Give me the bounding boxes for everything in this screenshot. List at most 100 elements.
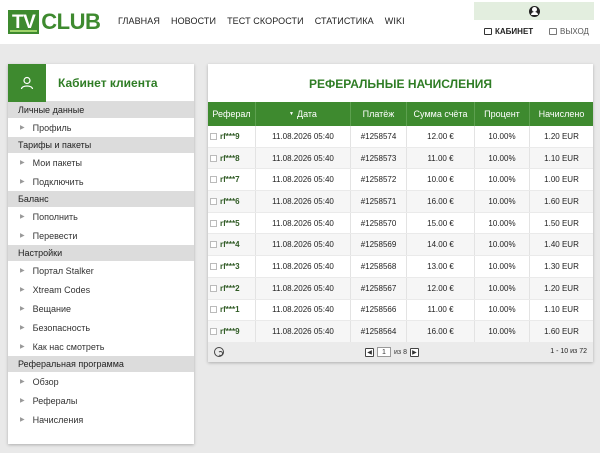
percent-cell: 10.00%: [475, 234, 530, 256]
referral-cell: rf***9: [220, 327, 240, 337]
sidebar-item-stalker[interactable]: ▶ Портал Stalker: [8, 261, 194, 280]
sidebar-item-label: Мои пакеты: [32, 157, 82, 168]
refresh-icon[interactable]: [214, 347, 224, 357]
sidebar-item-label: Как нас смотреть: [32, 341, 105, 352]
nav-wiki[interactable]: WIKI: [385, 16, 405, 26]
table-row[interactable]: rf***8 11.08.2026 05:40 #1258573 11.00 €10.…: [208, 147, 593, 170]
site-logo[interactable]: TV CLUB: [8, 9, 101, 35]
nav-statistics[interactable]: СТАТИСТИКА: [315, 16, 374, 26]
referral-cell: rf***2: [220, 283, 240, 293]
next-page-button[interactable]: ▶: [409, 347, 419, 357]
referral-cell: rf***7: [220, 175, 240, 185]
sidebar-item-accruals[interactable]: ▶ Начисления: [8, 410, 194, 429]
sidebar-item-xtream[interactable]: ▶ Xtream Codes: [8, 280, 194, 299]
table-row[interactable]: rf***5 11.08.2026 05:40 #1258570 15.00 €10.…: [208, 212, 593, 235]
chevron-right-icon: ▶: [20, 306, 25, 312]
date-cell: 11.08.2026 05:40: [256, 299, 351, 321]
prev-page-button[interactable]: ◀: [365, 347, 374, 357]
table-row[interactable]: rf***1 11.08.2026 05:40 #1258566 11.00 €10.…: [208, 299, 593, 322]
row-checkbox[interactable]: [210, 197, 217, 205]
sidebar-title: Кабинет клиента: [58, 75, 158, 90]
row-checkbox[interactable]: [210, 284, 217, 292]
sidebar-item-connect[interactable]: ▶ Подключить: [8, 172, 194, 191]
row-checkbox[interactable]: [210, 328, 217, 336]
payment-cell: #1258572: [351, 169, 407, 191]
payment-cell: #1258570: [351, 212, 407, 234]
table-row[interactable]: rf***4 11.08.2026 05:40 #1258569 14.00 €10.…: [208, 234, 593, 257]
column-date[interactable]: ▼ Дата: [256, 102, 351, 126]
sort-down-icon: ▼: [289, 111, 294, 117]
row-checkbox[interactable]: [210, 306, 217, 314]
amount-cell: 12.00 €: [407, 277, 475, 299]
sidebar-section-settings: Настройки: [8, 245, 194, 261]
table-row[interactable]: rf***9 11.08.2026 05:40 #1258574 12.00 €10.…: [208, 126, 593, 148]
sidebar-item-my-packages[interactable]: ▶ Мои пакеты: [8, 153, 194, 172]
sidebar-item-profile[interactable]: ▶ Профиль: [8, 118, 194, 137]
page-number-input[interactable]: 1: [377, 347, 391, 357]
sidebar-item-security[interactable]: ▶ Безопасность: [8, 318, 194, 337]
sidebar-item-label: Начисления: [32, 414, 84, 425]
date-cell: 11.08.2026 05:40: [256, 147, 351, 169]
accrued-cell: 1.20 EUR: [544, 283, 579, 293]
accrued-cell: 1.00 EUR: [544, 175, 579, 185]
main-nav: ГЛАВНАЯ НОВОСТИ ТЕСТ СКОРОСТИ СТАТИСТИКА…: [118, 16, 416, 26]
exit-link[interactable]: ВЫХОД: [549, 27, 589, 36]
payment-cell: #1258569: [351, 234, 407, 256]
page-title: РЕФЕРАЛЬНЫЕ НАЧИСЛЕНИЯ: [309, 77, 492, 91]
cabinet-link[interactable]: КАБИНЕТ: [484, 27, 533, 36]
percent-cell: 10.00%: [475, 321, 530, 342]
amount-cell: 16.00 €: [407, 321, 475, 342]
date-cell: 11.08.2026 05:40: [256, 126, 351, 147]
accrued-cell: 1.60 EUR: [544, 327, 579, 337]
chevron-right-icon: ▶: [20, 125, 25, 131]
referral-cell: rf***5: [220, 218, 240, 228]
row-checkbox[interactable]: [210, 262, 217, 270]
row-checkbox[interactable]: [210, 241, 217, 249]
referral-accruals-panel: РЕФЕРАЛЬНЫЕ НАЧИСЛЕНИЯ Реферал ▼ Дата Пла…: [208, 64, 593, 362]
percent-cell: 10.00%: [475, 256, 530, 277]
user-icon: [528, 5, 540, 17]
row-checkbox[interactable]: [210, 176, 217, 184]
cabinet-label: КАБИНЕТ: [495, 27, 534, 36]
date-cell: 11.08.2026 05:40: [256, 169, 351, 191]
column-percent[interactable]: Процент: [475, 102, 530, 126]
sidebar-item-label: Портал Stalker: [32, 265, 94, 276]
sidebar-item-overview[interactable]: ▶ Обзор: [8, 372, 194, 391]
sidebar-item-broadcast[interactable]: ▶ Вещание: [8, 299, 194, 318]
sidebar-item-top-up[interactable]: ▶ Пополнить: [8, 207, 194, 226]
nav-home[interactable]: ГЛАВНАЯ: [118, 16, 160, 26]
column-payment[interactable]: Платёж: [351, 102, 407, 126]
column-invoice-amount[interactable]: Сумма счёта: [407, 102, 475, 126]
column-referral[interactable]: Реферал: [208, 102, 256, 126]
sidebar-item-label: Пополнить: [32, 211, 78, 222]
chevron-right-icon: ▶: [20, 179, 25, 185]
sidebar-item-referrals[interactable]: ▶ Рефералы: [8, 391, 194, 410]
table-row[interactable]: rf***7 11.08.2026 05:40 #1258572 10.00 €10.…: [208, 169, 593, 192]
date-cell: 11.08.2026 05:40: [256, 212, 351, 234]
date-cell: 11.08.2026 05:40: [256, 277, 351, 299]
referral-cell: rf***9: [220, 131, 240, 141]
top-header: TV CLUB ГЛАВНАЯ НОВОСТИ ТЕСТ СКОРОСТИ СТ…: [0, 0, 600, 44]
sidebar-item-transfer[interactable]: ▶ Перевести: [8, 226, 194, 245]
sidebar-item-label: Обзор: [32, 376, 59, 387]
column-accrued[interactable]: Начислено: [530, 102, 593, 126]
table-row[interactable]: rf***6 11.08.2026 05:40 #1258571 16.00 €10.…: [208, 191, 593, 213]
chevron-right-icon: ▶: [20, 214, 25, 220]
nav-speed-test[interactable]: ТЕСТ СКОРОСТИ: [227, 16, 304, 26]
table-row[interactable]: rf***2 11.08.2026 05:40 #1258567 12.00 €10.…: [208, 277, 593, 300]
user-menu-button[interactable]: [474, 2, 594, 20]
table-row[interactable]: rf***3 11.08.2026 05:40 #1258568 13.00 €10.…: [208, 256, 593, 278]
nav-news[interactable]: НОВОСТИ: [171, 16, 216, 26]
row-checkbox[interactable]: [210, 219, 217, 227]
amount-cell: 12.00 €: [407, 126, 475, 147]
chevron-right-icon: ▶: [20, 325, 25, 331]
row-checkbox[interactable]: [210, 132, 217, 140]
table-row[interactable]: rf***9 11.08.2026 05:40 #1258564 16.00 €10.…: [208, 321, 593, 343]
row-checkbox[interactable]: [210, 154, 217, 162]
referral-cell: rf***4: [220, 240, 240, 250]
table-pager: ◀ 1 из 8 ▶ 1 - 10 из 72: [208, 342, 593, 362]
sidebar-item-how-to-watch[interactable]: ▶ Как нас смотреть: [8, 337, 194, 356]
amount-cell: 15.00 €: [407, 212, 475, 234]
amount-cell: 10.00 €: [407, 169, 475, 191]
column-date-label: Дата: [297, 109, 317, 119]
